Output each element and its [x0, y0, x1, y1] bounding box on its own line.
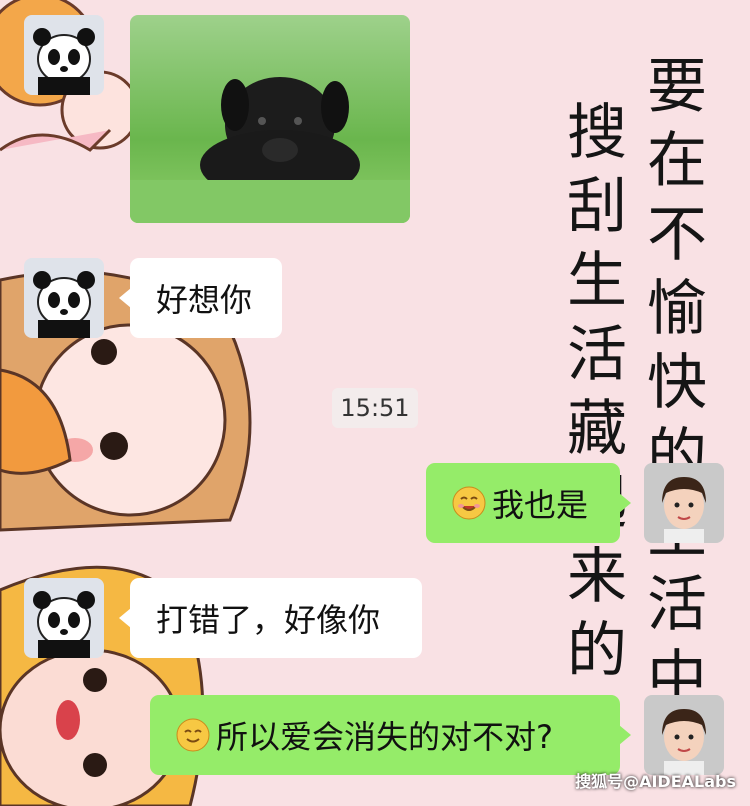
panda-avatar-icon[interactable]	[24, 15, 104, 95]
wallpaper-text-right: 要在不愉快的生活中	[647, 52, 707, 714]
girl-avatar-icon[interactable]	[644, 463, 724, 543]
smiling-face-icon	[452, 486, 486, 520]
message-bubble-sent[interactable]: 所以爱会消失的对不对?	[150, 695, 631, 775]
message-text: 打错了，好像你	[156, 601, 381, 639]
message-text: 好想你	[156, 281, 253, 319]
smiling-face-icon	[176, 718, 210, 752]
wallpaper-text-left: 搜刮生活藏起来的	[567, 98, 627, 686]
puppy-photo[interactable]	[130, 15, 410, 223]
message-bubble-sent[interactable]: 我也是	[426, 463, 631, 543]
message-text: 我也是	[492, 486, 589, 524]
panda-avatar-icon[interactable]	[24, 578, 104, 658]
message-bubble-received[interactable]: 打错了，好像你	[119, 578, 422, 658]
panda-avatar-icon[interactable]	[24, 258, 104, 338]
watermark: 搜狐号@AIDEALabs	[575, 772, 736, 791]
girl-avatar-icon[interactable]	[644, 695, 724, 775]
message-text: 所以爱会消失的对不对?	[216, 718, 553, 756]
message-bubble-received[interactable]: 好想你	[119, 258, 282, 338]
time-divider: 15:51	[332, 388, 418, 428]
